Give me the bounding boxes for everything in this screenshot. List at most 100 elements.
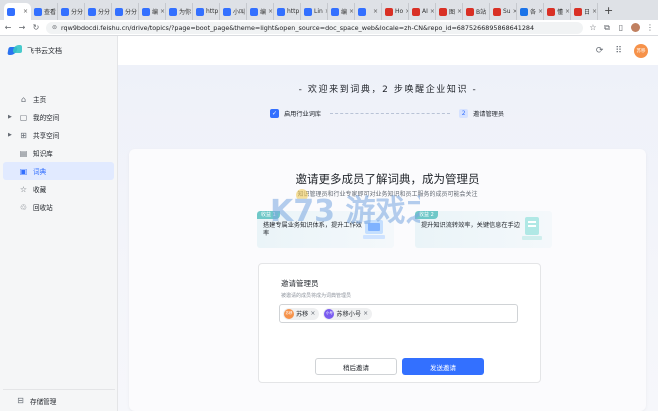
site-info-icon[interactable]: ⊜ — [52, 24, 57, 31]
new-tab-button[interactable]: + — [604, 4, 613, 17]
browser-tab[interactable]: 分分× — [58, 3, 85, 20]
step-1-check-icon: ✓ — [270, 109, 279, 118]
expand-caret-icon[interactable]: ▶ — [8, 132, 12, 138]
tab-label: http — [206, 8, 219, 15]
brand[interactable]: 飞书云文档 — [0, 36, 117, 66]
sidebar: 飞书云文档 ⌂ 主页 ▶ ▢ 我的空间 ▶ ⊞ 共享空间 ▤ 知识库 ▣ 词典 ☆ 收藏 ♲ 回收站 ⊟ 存储… — [0, 36, 118, 411]
browser-tab[interactable]: http× — [274, 3, 301, 20]
tab-close-icon[interactable]: × — [373, 8, 378, 15]
tab-favicon-icon — [250, 7, 258, 16]
browser-tab[interactable]: http× — [193, 3, 220, 20]
member-chip: 小号 苏移小号 × — [323, 307, 373, 320]
tab-label: 查看 — [44, 9, 57, 16]
browser-tab[interactable]: Ho× — [382, 3, 409, 20]
sidebar-item-label: 知识库 — [33, 150, 53, 158]
tab-favicon-icon — [169, 7, 177, 16]
tab-label: 日 — [584, 9, 591, 16]
address-bar[interactable]: ⊜ rqw9bdocdi.feishu.cn/drive/topics/?pag… — [46, 21, 583, 34]
step-divider — [330, 113, 451, 114]
tab-close-icon[interactable]: × — [268, 8, 273, 15]
tab-close-icon[interactable]: × — [592, 8, 597, 15]
apps-grid-icon[interactable]: ⠿ — [615, 46, 622, 56]
tab-favicon-icon — [196, 7, 204, 16]
browser-tab[interactable]: B站× — [463, 3, 490, 20]
tab-favicon-icon — [115, 7, 123, 16]
remove-member-close-icon[interactable]: × — [310, 310, 315, 317]
watermark-text: K73 游戏之家 .com — [270, 194, 420, 229]
browser-tab[interactable]: × — [4, 3, 31, 20]
tab-close-icon[interactable]: × — [23, 8, 28, 15]
tab-label: Lin — [314, 8, 323, 15]
sidepanel-icon[interactable]: ▯ — [617, 23, 625, 32]
tab-close-icon[interactable]: × — [538, 8, 543, 15]
extensions-icon[interactable]: ⧉ — [603, 23, 611, 33]
tab-close-icon[interactable]: × — [349, 8, 354, 15]
step-1-label: 启用行业词库 — [284, 111, 322, 118]
sidebar-item[interactable]: ♲ 回收站 — [3, 198, 114, 216]
sidebar-item[interactable]: ▶ ⊞ 共享空间 — [3, 126, 114, 144]
tab-favicon-icon — [61, 7, 69, 16]
user-avatar[interactable]: 苏移 — [634, 43, 648, 58]
browser-tab[interactable]: 图 × — [436, 3, 463, 20]
browser-tab[interactable]: 查看× — [31, 3, 58, 20]
expand-caret-icon[interactable]: ▶ — [8, 114, 12, 120]
browser-menu-icon[interactable]: ⋮ — [646, 23, 654, 32]
step-2-badge: 2 — [459, 109, 469, 118]
sidebar-item[interactable]: ☆ 收藏 — [3, 180, 114, 198]
knowledge-flow-illustration-icon — [522, 217, 542, 240]
tab-close-icon[interactable]: × — [457, 8, 462, 15]
browser-tab[interactable]: 日 × — [571, 3, 598, 20]
tab-label: http — [287, 8, 300, 15]
sidebar-item[interactable]: ▶ ▢ 我的空间 — [3, 108, 114, 126]
tab-label: 小叫 — [233, 9, 246, 16]
sidebar-item-label: 回收站 — [33, 204, 53, 212]
sidebar-item-label: 词典 — [33, 168, 47, 176]
browser-toolbar: ← → ↻ ⊜ rqw9bdocdi.feishu.cn/drive/topic… — [0, 20, 658, 36]
browser-tab[interactable]: Lin× — [301, 3, 328, 20]
tab-close-icon[interactable]: × — [430, 8, 435, 15]
profile-avatar[interactable] — [631, 23, 640, 32]
welcome-heading: - 欢迎来到词典，2 步唤醒企业知识 - — [298, 85, 478, 95]
send-invite-button[interactable]: 发送邀请 — [402, 358, 484, 375]
browser-tab[interactable]: 小叫× — [220, 3, 247, 20]
tab-favicon-icon — [547, 7, 555, 16]
tab-favicon-icon — [520, 7, 528, 16]
member-avatar: 苏移 — [284, 308, 294, 319]
browser-tab[interactable]: 为你× — [166, 3, 193, 20]
back-icon[interactable]: ← — [4, 23, 12, 32]
browser-tab[interactable]: Su× — [490, 3, 517, 20]
tab-favicon-icon — [466, 7, 474, 16]
reload-icon[interactable]: ↻ — [32, 23, 40, 32]
browser-tab[interactable]: 分分× — [112, 3, 139, 20]
tab-close-icon[interactable]: × — [565, 8, 570, 15]
browser-tab[interactable]: 懂 × — [544, 3, 571, 20]
browser-tab[interactable]: 各 × — [517, 3, 544, 20]
sidebar-item[interactable]: ⌂ 主页 — [3, 90, 114, 108]
sidebar-item[interactable]: ▣ 词典 — [3, 162, 114, 180]
invite-admin-panel: 邀请管理员 被邀请的成员将成为词典管理员 苏移 苏移 × 小号 苏移小号 × 稍… — [258, 263, 541, 383]
sidebar-item-label: 我的空间 — [33, 114, 60, 122]
tab-favicon-icon — [277, 7, 285, 16]
storage-management[interactable]: ⊟ 存储管理 — [3, 389, 115, 411]
forward-icon[interactable]: → — [18, 23, 26, 32]
bookmark-star-icon[interactable]: ☆ — [589, 23, 597, 32]
remove-member-close-icon[interactable]: × — [363, 310, 368, 317]
browser-tab[interactable]: × — [355, 3, 382, 20]
browser-tab[interactable]: AI × — [409, 3, 436, 20]
member-picker-input[interactable]: 苏移 苏移 × 小号 苏移小号 × — [279, 304, 518, 323]
sidebar-item[interactable]: ▤ 知识库 — [3, 144, 114, 162]
step-indicator: ✓ 启用行业词库 2 邀请管理员 — [270, 109, 504, 118]
tab-close-icon[interactable]: × — [160, 8, 165, 15]
browser-tab-bar: ×查看×分分×分分×分分×编×为你×http×小叫×编×http×Lin×编××… — [0, 0, 658, 20]
share-icon: ⊞ — [20, 130, 27, 140]
sync-icon[interactable]: ⟳ — [596, 46, 604, 56]
member-name: 苏移小号 — [336, 311, 362, 318]
browser-tab[interactable]: 编 × — [139, 3, 166, 20]
tab-label: 分分 — [125, 9, 138, 16]
home-icon: ⌂ — [20, 94, 27, 104]
invite-later-button[interactable]: 稍后邀请 — [315, 358, 397, 375]
browser-tab[interactable]: 编 × — [247, 3, 274, 20]
browser-tab[interactable]: 分分× — [85, 3, 112, 20]
browser-tab[interactable]: 编 × — [328, 3, 355, 20]
member-name: 苏移 — [296, 311, 309, 318]
